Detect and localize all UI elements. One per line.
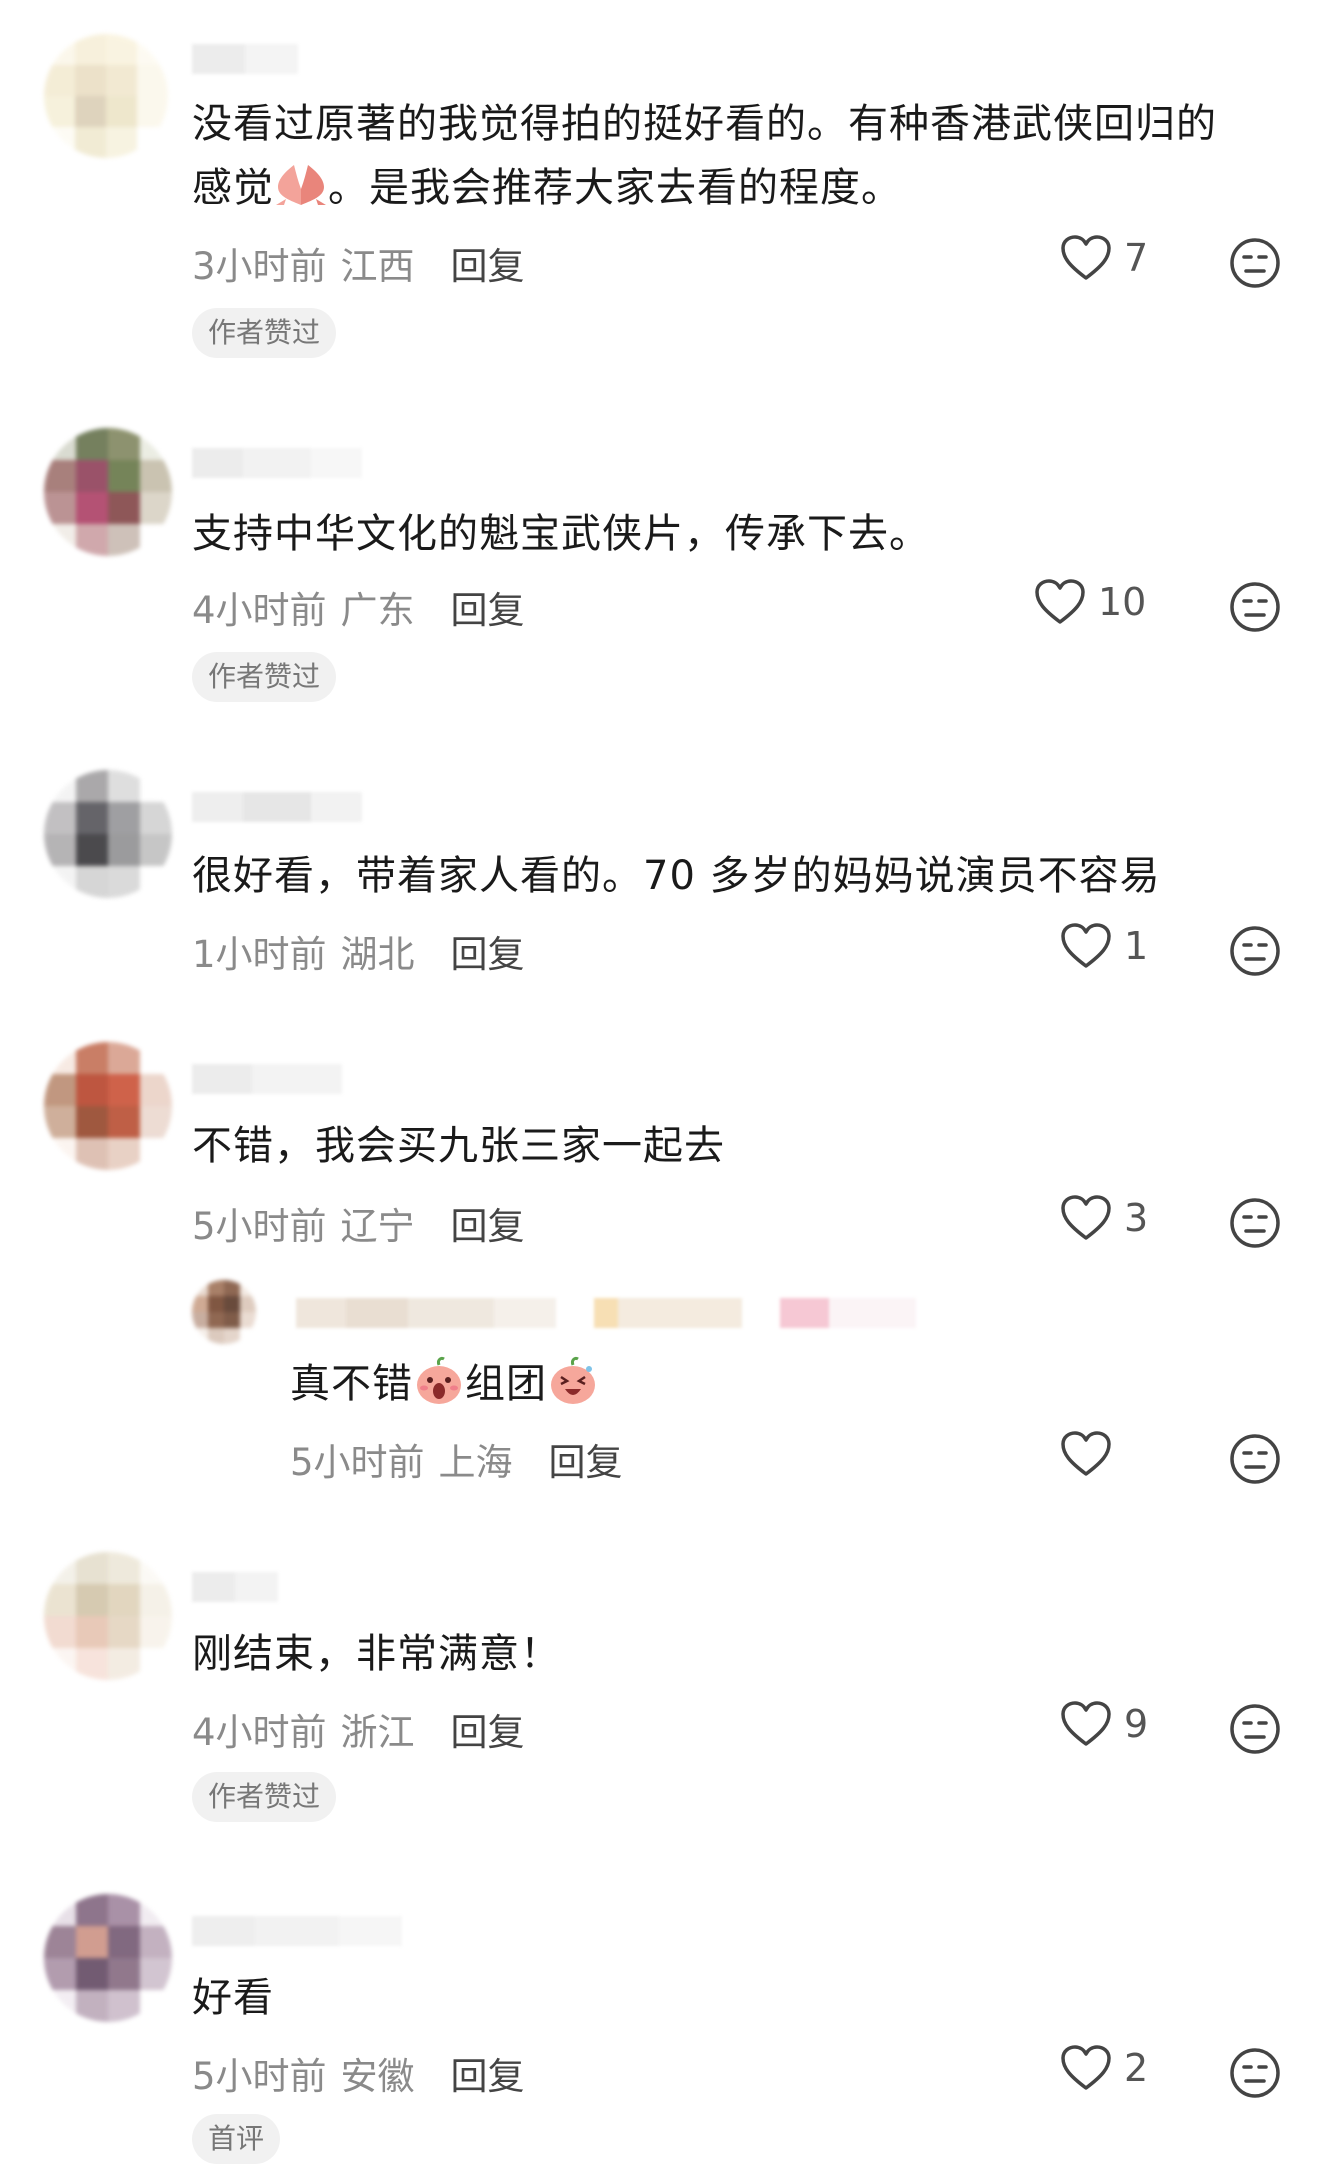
comment-location: 湖北 [340,933,415,976]
comment-location: 安徽 [340,2055,415,2098]
reply-button[interactable]: 回复 [451,924,525,978]
neutral-face-icon[interactable] [1228,1196,1282,1250]
reply-button[interactable]: 回复 [451,236,525,290]
comment-meta: 5小时前 安徽 回复 [192,2046,525,2100]
comment-meta: 1小时前 湖北 回复 [192,924,525,978]
comment-text: 没看过原著的我觉得拍的挺好看的。有种香港武侠回归的 感觉 。是我会推荐大家去看的程… [192,101,1217,211]
laughing-peach-emoji-icon [551,1356,595,1404]
comment-time: 1小时前 [192,933,327,976]
heart-outline-icon [1061,1195,1111,1240]
comment-meta: 4小时前 广东 回复 [192,580,525,634]
username-blurred[interactable] [192,448,362,478]
heart-outline-icon [1061,1431,1111,1476]
comment-location: 江西 [340,245,415,288]
avatar[interactable] [44,428,172,556]
comment-time: 3小时前 [192,245,327,288]
comment-time: 4小时前 [192,1711,327,1754]
comment-text: 很好看，带着家人看的。70 多岁的妈妈说演员不容易 [192,853,1161,899]
heart-outline-icon [1061,2045,1111,2090]
reply-button[interactable]: 回复 [451,580,525,634]
comment-meta: 5小时前 辽宁 回复 [192,1196,525,1250]
neutral-face-icon[interactable] [1228,236,1282,290]
sub-reply-text: 真不错 组团 [290,1352,599,1416]
heart-outline-icon [1061,923,1111,968]
sub-reply-meta: 5小时前 上海 回复 [290,1432,623,1486]
comment-time: 5小时前 [192,1205,327,1248]
like-button[interactable]: 2 [1060,2044,1148,2092]
like-count: 1 [1124,924,1149,968]
neutral-face-icon[interactable] [1228,580,1282,634]
comment-time: 4小时前 [192,589,327,632]
author-liked-badge: 作者赞过 [192,1772,337,1822]
neutral-face-icon[interactable] [1228,924,1282,978]
avatar[interactable] [192,1280,256,1344]
avatar[interactable] [44,1042,172,1170]
username-blurred[interactable] [192,792,362,822]
username-blurred[interactable] [192,1916,402,1946]
first-comment-badge: 首评 [192,2114,281,2164]
neutral-face-icon[interactable] [1228,1702,1282,1756]
comment-text: 好看 [192,1975,274,2021]
surprised-peach-emoji-icon [417,1356,461,1404]
comment-location: 浙江 [340,1711,415,1754]
username-blurred[interactable] [192,1064,342,1094]
like-button[interactable]: 9 [1060,1700,1148,1748]
reply-button[interactable]: 回复 [451,1702,525,1756]
reply-button[interactable]: 回复 [451,1196,525,1250]
like-count: 2 [1124,2046,1149,2090]
pray-hands-emoji-icon [276,165,326,205]
heart-outline-icon [1035,579,1085,624]
like-button[interactable]: 7 [1060,234,1148,282]
heart-outline-icon [1061,235,1111,280]
like-button[interactable]: 10 [1034,578,1146,626]
like-button[interactable]: 3 [1060,1194,1148,1242]
comment-meta: 4小时前 浙江 回复 [192,1702,525,1756]
like-button[interactable]: 1 [1060,922,1148,970]
avatar[interactable] [44,1894,172,2022]
neutral-face-icon[interactable] [1228,1432,1282,1486]
comment-meta: 3小时前 江西 回复 [192,236,525,290]
comment-location: 辽宁 [340,1205,415,1248]
heart-outline-icon [1061,1701,1111,1746]
comment-location: 上海 [438,1441,513,1484]
avatar[interactable] [44,1552,172,1680]
reply-button[interactable]: 回复 [549,1432,623,1486]
author-liked-badge: 作者赞过 [192,308,337,358]
neutral-face-icon[interactable] [1228,2046,1282,2100]
username-blurred[interactable] [296,1298,916,1328]
like-count: 10 [1098,580,1147,624]
like-count: 9 [1124,1702,1149,1746]
author-liked-badge: 作者赞过 [192,652,337,702]
reply-button[interactable]: 回复 [451,2046,525,2100]
username-blurred[interactable] [192,44,298,74]
comment-location: 广东 [340,589,415,632]
like-button[interactable] [1060,1430,1124,1478]
username-blurred[interactable] [192,1572,278,1602]
avatar[interactable] [44,770,172,898]
like-count: 7 [1124,236,1149,280]
comment-text: 不错，我会买九张三家一起去 [192,1123,725,1169]
comment-text: 刚结束，非常满意！ [192,1631,561,1677]
comment-text: 支持中华文化的魁宝武侠片，传承下去。 [192,511,930,557]
avatar[interactable] [44,34,168,158]
comment-time: 5小时前 [290,1441,425,1484]
like-count: 3 [1124,1196,1149,1240]
comment-time: 5小时前 [192,2055,327,2098]
